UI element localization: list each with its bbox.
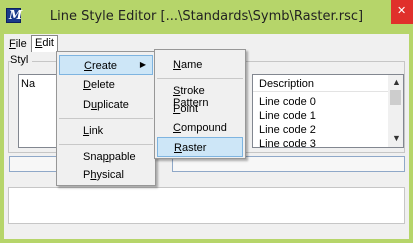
create-submenu: Name Stroke Pattern Point Compound Raste…	[154, 49, 246, 159]
submenu-arrow-icon: ▶	[139, 60, 146, 69]
style-description-list[interactable]: Description Line code 0 Line code 1 Line…	[252, 74, 404, 150]
title-bar[interactable]: M Line Style Editor [...\Standards\Symb\…	[0, 0, 413, 34]
list-item[interactable]: Line code 3	[259, 138, 316, 150]
menu-item-raster[interactable]: Raster	[157, 137, 243, 157]
menu-item-point[interactable]: Point	[157, 99, 243, 119]
menu-separator	[59, 144, 153, 145]
name-column-header[interactable]: Na	[21, 78, 35, 90]
scroll-up-icon[interactable]: ▲	[392, 77, 401, 87]
menu-item-stroke-pattern[interactable]: Stroke Pattern	[157, 81, 243, 109]
menu-item-duplicate[interactable]: Duplicate	[59, 95, 153, 115]
menu-file[interactable]: File	[6, 37, 30, 52]
list-item[interactable]: Line code 0	[259, 96, 316, 108]
menu-item-link[interactable]: Link	[59, 121, 153, 141]
bottom-panel	[8, 187, 405, 224]
menu-item-delete[interactable]: Delete	[59, 75, 153, 95]
menu-item-create[interactable]: Create ▶	[59, 55, 153, 75]
menu-item-snappable[interactable]: Snappable	[59, 147, 153, 167]
close-button[interactable]: ✕	[391, 0, 413, 24]
description-column-header[interactable]: Description	[253, 75, 389, 92]
menu-separator	[59, 118, 153, 119]
vertical-scrollbar[interactable]: ▲ ▼	[388, 75, 403, 147]
list-item[interactable]: Line code 1	[259, 110, 316, 122]
menu-item-compound[interactable]: Compound	[157, 118, 243, 138]
close-icon: ✕	[397, 5, 407, 17]
scroll-down-icon[interactable]: ▼	[392, 133, 401, 143]
menu-edit[interactable]: Edit	[31, 35, 58, 52]
list-item[interactable]: Line code 2	[259, 124, 316, 136]
menu-separator	[157, 78, 243, 79]
menu-item-physical[interactable]: Physical	[59, 165, 153, 185]
line-style-editor-window: M Line Style Editor [...\Standards\Symb\…	[0, 0, 413, 243]
window-title: Line Style Editor [...\Standards\Symb\Ra…	[49, 9, 364, 24]
edit-menu: Create ▶ Delete Duplicate Link Snappable…	[56, 51, 156, 186]
scrollbar-thumb[interactable]	[390, 90, 401, 105]
styles-label: Styl	[10, 54, 32, 67]
menu-item-name[interactable]: Name	[157, 55, 243, 75]
